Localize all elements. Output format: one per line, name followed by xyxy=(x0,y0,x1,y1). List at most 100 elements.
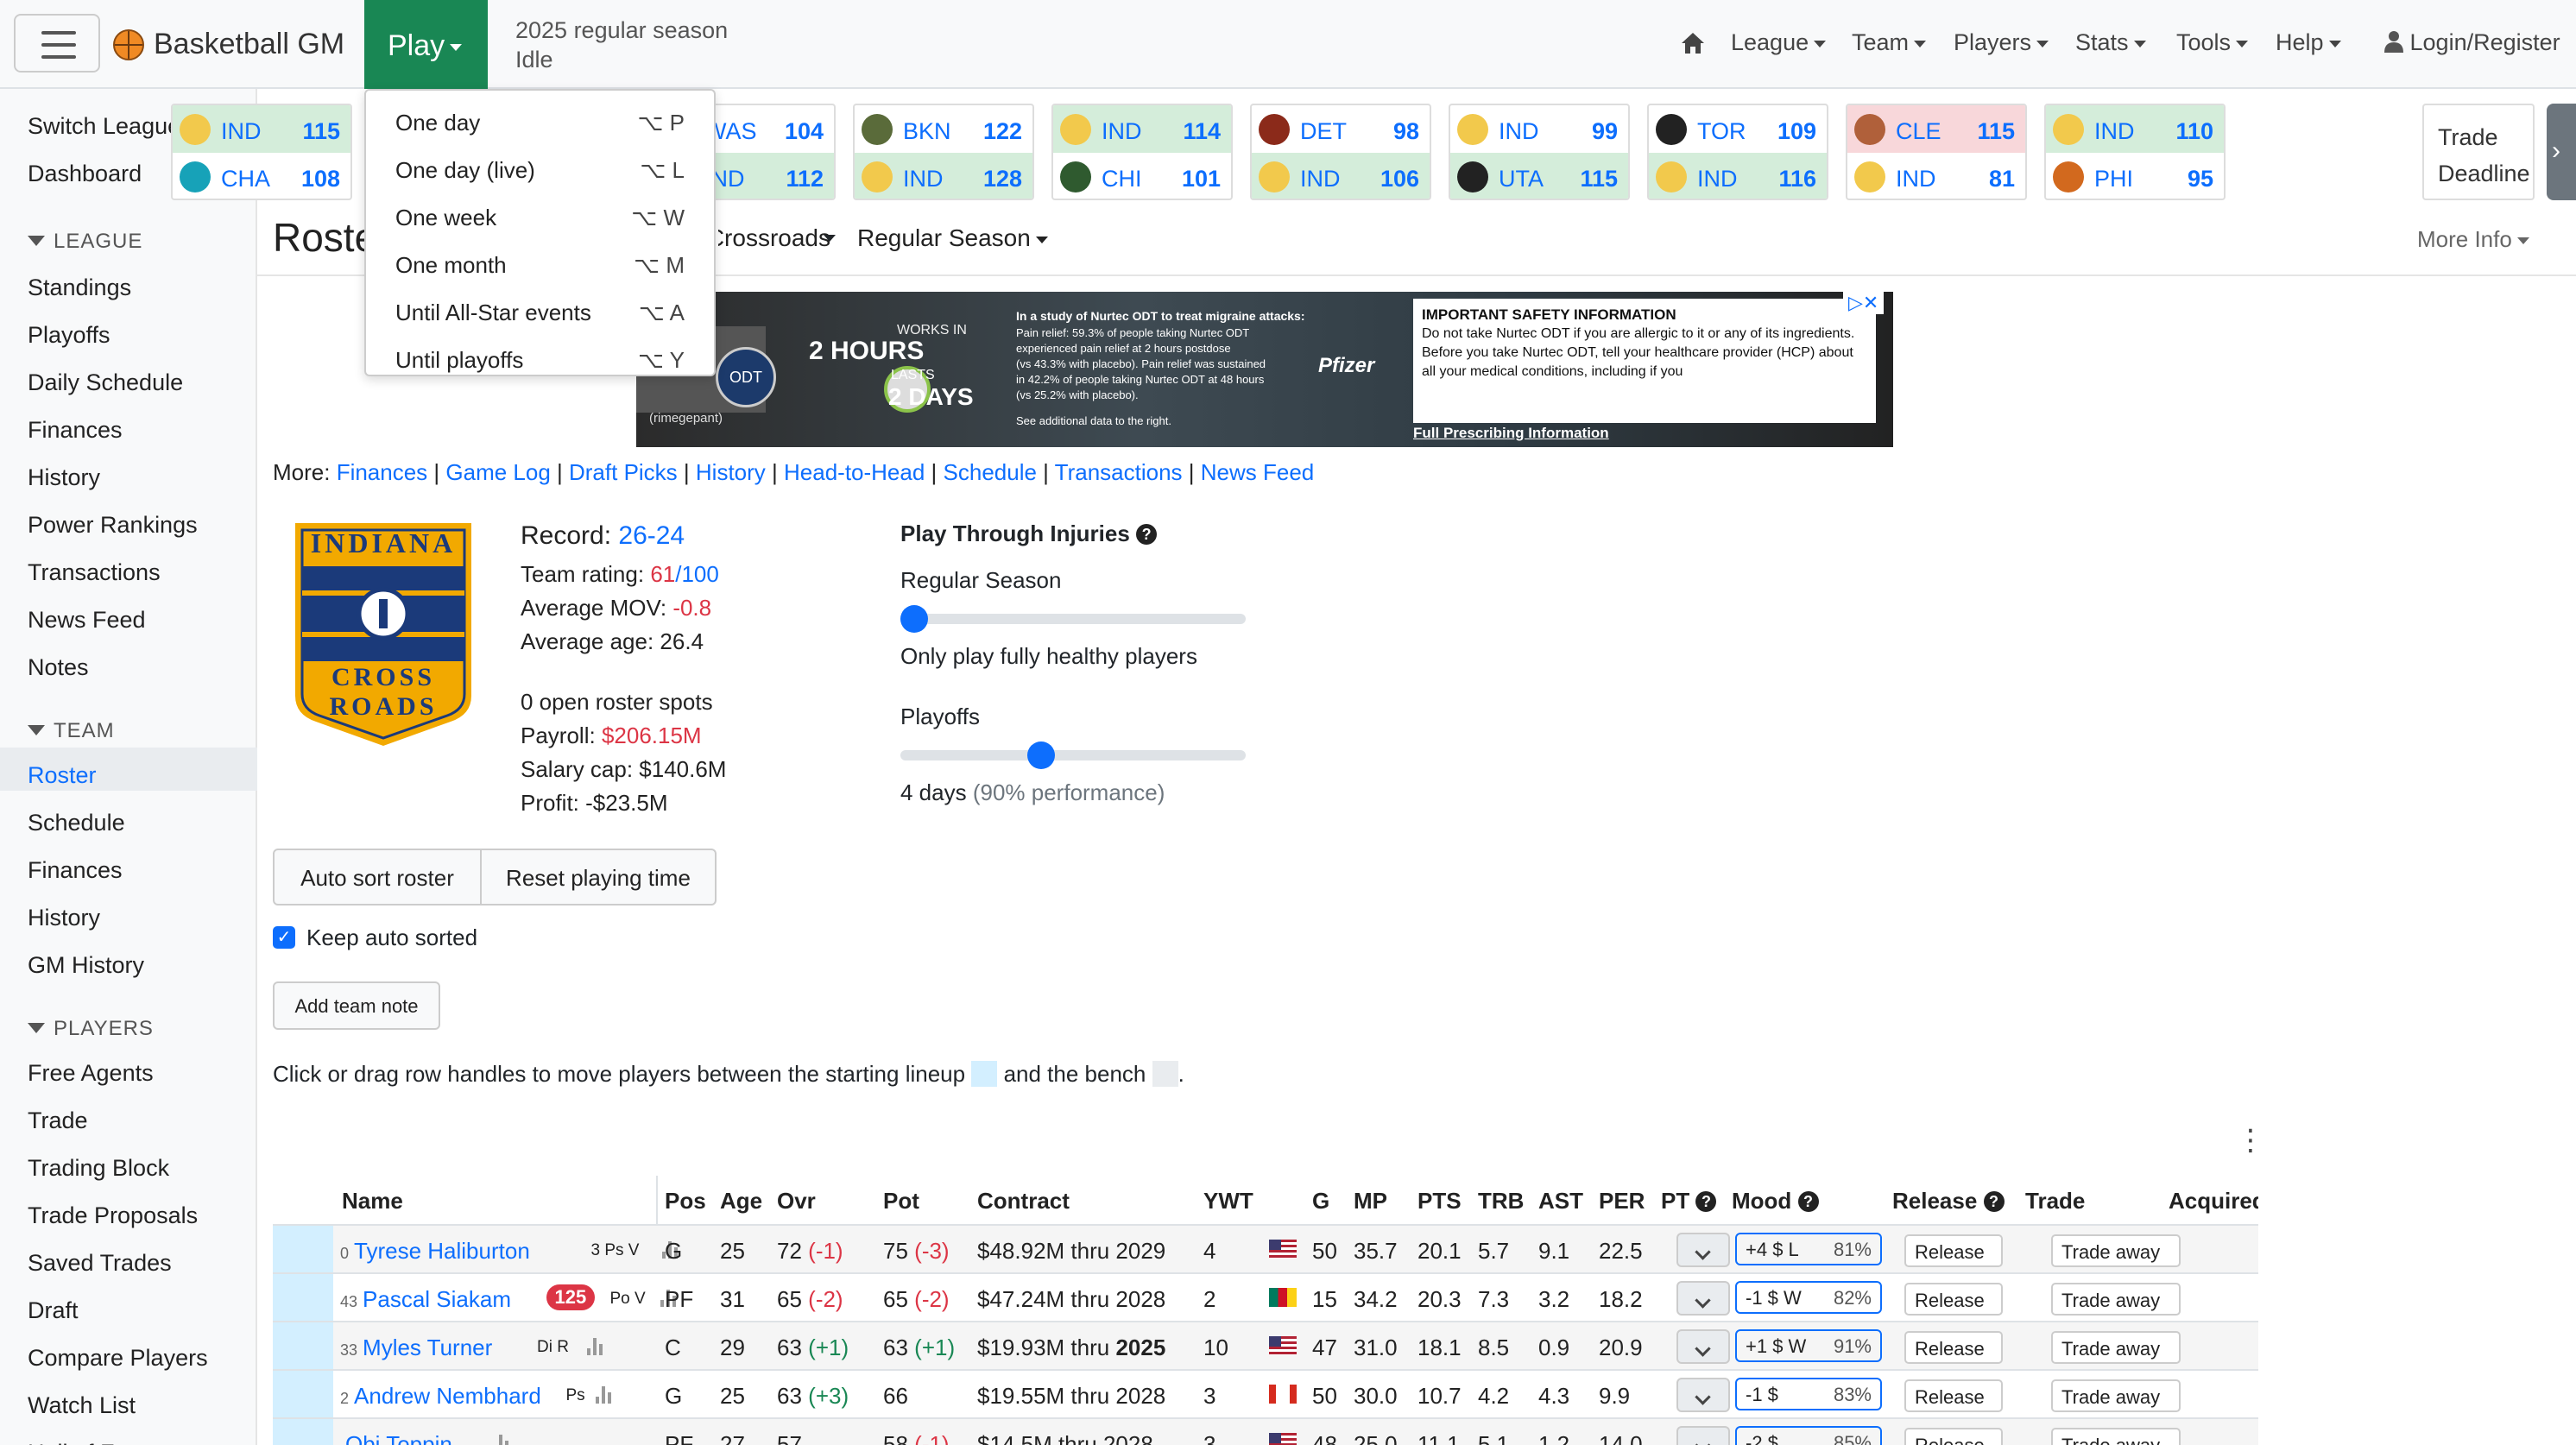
nav-tools[interactable]: Tools xyxy=(2176,29,2249,56)
row-drag-handle[interactable] xyxy=(273,1419,333,1445)
team-score[interactable]: 106 xyxy=(1380,166,1419,192)
player-name-link[interactable]: Andrew Nembhard xyxy=(354,1383,541,1409)
mood-indicator[interactable]: -1 $ 83% xyxy=(1735,1378,1882,1410)
playing-time-select[interactable] xyxy=(1676,1281,1730,1316)
column-header-name[interactable]: Name xyxy=(342,1188,403,1215)
column-header-age[interactable]: Age xyxy=(720,1188,762,1215)
column-header-mp[interactable]: MP xyxy=(1354,1188,1387,1215)
play-menu-item[interactable]: Until All-Star events ⌥ A xyxy=(366,294,714,338)
more-link-news-feed[interactable]: News Feed xyxy=(1201,459,1315,485)
team-abbrev[interactable]: UTA xyxy=(1499,166,1544,192)
release-button[interactable]: Release xyxy=(1904,1379,2003,1412)
scoreboard-game[interactable]: DET 98 IND 106 xyxy=(1250,104,1431,200)
help-icon[interactable]: ? xyxy=(1797,1191,1819,1212)
row-drag-handle[interactable] xyxy=(273,1371,333,1419)
sidebar-section-league[interactable]: LEAGUE xyxy=(28,230,142,254)
more-info-dropdown[interactable]: More Info xyxy=(2417,226,2529,253)
team-abbrev[interactable]: BKN xyxy=(903,118,951,145)
team-score[interactable]: 81 xyxy=(1989,166,2015,192)
row-drag-handle[interactable] xyxy=(273,1274,333,1322)
add-team-note-button[interactable]: Add team note xyxy=(273,981,440,1030)
nav-stats[interactable]: Stats xyxy=(2075,29,2146,56)
brand-name[interactable]: Basketball GM xyxy=(154,28,344,61)
help-icon[interactable]: ? xyxy=(1983,1191,2005,1212)
team-abbrev[interactable]: IND xyxy=(2094,118,2135,145)
team-abbrev[interactable]: CLE xyxy=(1896,118,1941,145)
team-abbrev[interactable]: IND xyxy=(1499,118,1539,145)
more-link-transactions[interactable]: Transactions xyxy=(1055,459,1183,485)
sidebar-item-hall-of-fame[interactable]: Hall of Fame xyxy=(28,1440,160,1445)
sidebar-item-team-schedule[interactable]: Schedule xyxy=(28,810,125,836)
column-header-mood[interactable]: Mood ? xyxy=(1732,1188,1819,1215)
nav-login[interactable]: Login/Register xyxy=(2384,29,2560,56)
team-abbrev[interactable]: CHA xyxy=(221,166,270,192)
sidebar-item-team-gm-history[interactable]: GM History xyxy=(28,952,144,979)
team-abbrev[interactable]: IND xyxy=(221,118,262,145)
playoffs-injury-slider[interactable] xyxy=(900,741,1246,769)
team-score[interactable]: 95 xyxy=(2188,166,2213,192)
column-header-trb[interactable]: TRB xyxy=(1478,1188,1524,1215)
playing-time-select[interactable] xyxy=(1676,1426,1730,1445)
nav-help[interactable]: Help xyxy=(2276,29,2341,56)
team-score[interactable]: 128 xyxy=(983,166,1022,192)
more-link-head-to-head[interactable]: Head-to-Head xyxy=(784,459,925,485)
sidebar-item-team-roster[interactable]: Roster xyxy=(28,762,97,789)
player-name-link[interactable]: Tyrese Haliburton xyxy=(354,1238,530,1264)
team-score[interactable]: 116 xyxy=(1778,166,1816,192)
play-menu-item[interactable]: One month ⌥ M xyxy=(366,247,714,290)
sidebar-item-draft[interactable]: Draft xyxy=(28,1297,79,1324)
row-drag-handle[interactable] xyxy=(273,1226,333,1274)
play-menu-button[interactable]: Play xyxy=(364,0,488,89)
scoreboard-next-arrow[interactable]: › xyxy=(2547,104,2576,200)
table-row[interactable]: 2 Andrew Nembhard Ps G 25 63 (+3) 66 $19.55M t… xyxy=(273,1369,2258,1419)
column-header-release[interactable]: Release ? xyxy=(1892,1188,2005,1215)
team-score[interactable]: 112 xyxy=(786,166,824,192)
player-name-link[interactable]: Myles Turner xyxy=(363,1335,492,1360)
basketball-logo-icon[interactable] xyxy=(113,29,144,60)
table-row[interactable]: Obi Toppin PF 27 57 58 (-1) $14.5M thru 2028… xyxy=(273,1417,2258,1445)
regular-season-injury-slider[interactable] xyxy=(900,605,1246,633)
play-menu-item[interactable]: Until playoffs ⌥ Y xyxy=(366,342,714,385)
team-score[interactable]: 115 xyxy=(1977,118,2015,145)
release-button[interactable]: Release xyxy=(1904,1331,2003,1364)
team-abbrev[interactable]: IND xyxy=(903,166,944,192)
column-header-ovr[interactable]: Ovr xyxy=(777,1188,816,1215)
advertisement-banner[interactable]: ODT (rimegepant) WORKS IN 2 HOURS LASTS … xyxy=(636,292,1893,447)
sidebar-item-switch-league[interactable]: Switch League xyxy=(28,113,180,140)
mood-indicator[interactable]: +1 $ W 91% xyxy=(1735,1329,1882,1362)
column-header-pot[interactable]: Pot xyxy=(883,1188,919,1215)
table-row[interactable]: 33 Myles Turner Di R C 29 63 (+1) 63 (+1) $19.9… xyxy=(273,1321,2258,1371)
player-name-link[interactable]: Obi Toppin xyxy=(345,1431,452,1445)
home-icon[interactable] xyxy=(1680,31,1706,55)
sidebar-item-compare-players[interactable]: Compare Players xyxy=(28,1345,208,1372)
trade-away-button[interactable]: Trade away xyxy=(2051,1379,2181,1412)
ad-close-icon[interactable]: ▷✕ xyxy=(1843,292,1885,314)
team-score[interactable]: 104 xyxy=(785,118,824,145)
scoreboard-game[interactable]: IND 99 UTA 115 xyxy=(1449,104,1630,200)
team-score[interactable]: 115 xyxy=(302,118,340,145)
sidebar-item-saved-trades[interactable]: Saved Trades xyxy=(28,1250,172,1277)
sidebar-item-trade[interactable]: Trade xyxy=(28,1107,88,1134)
scoreboard-game[interactable]: IND 114 CHI 101 xyxy=(1051,104,1233,200)
column-header-acquired[interactable]: Acquired xyxy=(2169,1188,2258,1215)
stats-chart-icon[interactable] xyxy=(587,1338,604,1355)
reset-playing-time-button[interactable]: Reset playing time xyxy=(480,849,717,905)
sidebar-item-history[interactable]: History xyxy=(28,464,100,491)
ad-prescribing-link[interactable]: Full Prescribing Information xyxy=(1413,425,1609,442)
sidebar-item-standings[interactable]: Standings xyxy=(28,274,131,301)
mood-indicator[interactable]: -2 $ 85% xyxy=(1735,1426,1882,1445)
team-score[interactable]: 110 xyxy=(2175,118,2213,145)
column-header-pos[interactable]: Pos xyxy=(665,1188,706,1215)
sidebar-item-free-agents[interactable]: Free Agents xyxy=(28,1060,154,1087)
release-button[interactable]: Release xyxy=(1904,1283,2003,1316)
release-button[interactable]: Release xyxy=(1904,1428,2003,1445)
more-link-finances[interactable]: Finances xyxy=(337,459,428,485)
team-score[interactable]: 108 xyxy=(301,166,340,192)
player-name-link[interactable]: Pascal Siakam xyxy=(363,1286,511,1312)
sidebar-item-notes[interactable]: Notes xyxy=(28,654,89,681)
playing-time-select[interactable] xyxy=(1676,1378,1730,1412)
team-score[interactable]: 122 xyxy=(983,118,1022,145)
sidebar-section-players[interactable]: PLAYERS xyxy=(28,1017,154,1041)
scoreboard-game[interactable]: TOR 109 IND 116 xyxy=(1647,104,1828,200)
stats-chart-icon[interactable] xyxy=(493,1435,510,1445)
